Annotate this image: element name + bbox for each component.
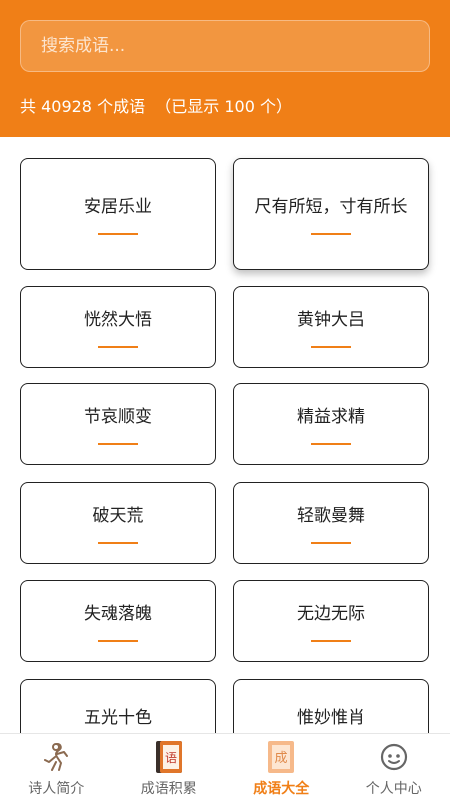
idiom-text: 尺有所短，寸有所长 <box>254 197 408 217</box>
idiom-text: 节哀顺变 <box>84 407 152 427</box>
idiom-underline <box>311 346 351 348</box>
idiom-underline <box>311 233 351 235</box>
idiom-card[interactable]: 轻歌曼舞 <box>233 482 429 564</box>
tab-label: 诗人简介 <box>28 781 85 797</box>
idiom-card[interactable]: 惟妙惟肖 <box>233 679 429 733</box>
idiom-text: 黄钟大吕 <box>297 310 365 330</box>
idiom-text: 恍然大悟 <box>84 310 152 330</box>
idiom-card[interactable]: 黄钟大吕 <box>233 286 429 368</box>
bottom-tab-bar: 诗人简介 语 成语积累 成 成语大全 个人中心 <box>0 733 450 800</box>
idiom-card[interactable]: 尺有所短，寸有所长 <box>233 158 429 270</box>
idiom-underline <box>98 640 138 642</box>
idiom-text: 惟妙惟肖 <box>297 708 365 728</box>
header: 共 40928 个成语 （已显示 100 个） <box>0 0 450 137</box>
book-glyph: 语 <box>165 751 177 765</box>
poet-figure-icon <box>39 740 73 774</box>
search-box[interactable] <box>20 20 430 72</box>
idiom-text: 无边无际 <box>297 604 365 624</box>
idiom-card[interactable]: 五光十色 <box>20 679 216 733</box>
tab-label: 个人中心 <box>365 781 422 797</box>
idiom-card[interactable]: 安居乐业 <box>20 158 216 270</box>
idiom-text: 失魂落魄 <box>84 604 152 624</box>
idiom-underline <box>98 346 138 348</box>
idiom-text: 破天荒 <box>92 506 144 526</box>
idiom-card[interactable]: 无边无际 <box>233 580 429 662</box>
tab-label: 成语积累 <box>140 781 197 797</box>
idiom-text: 精益求精 <box>297 407 365 427</box>
idiom-book-icon: 成 <box>264 740 298 774</box>
idiom-card[interactable]: 破天荒 <box>20 482 216 564</box>
idiom-card[interactable]: 失魂落魄 <box>20 580 216 662</box>
search-input[interactable] <box>21 21 429 71</box>
idiom-count: 共 40928 个成语 （已显示 100 个） <box>20 97 292 116</box>
tab-poet-intro[interactable]: 诗人简介 <box>0 734 113 800</box>
book-glyph: 成 <box>275 751 288 766</box>
idiom-underline <box>98 542 138 544</box>
idiom-text: 安居乐业 <box>84 197 152 217</box>
idiom-text: 轻歌曼舞 <box>297 506 365 526</box>
idiom-card[interactable]: 恍然大悟 <box>20 286 216 368</box>
idiom-card[interactable]: 精益求精 <box>233 383 429 465</box>
tab-idiom-encyclopedia[interactable]: 成 成语大全 <box>225 734 338 800</box>
idiom-underline <box>311 640 351 642</box>
tab-profile[interactable]: 个人中心 <box>338 734 450 800</box>
idiom-card[interactable]: 节哀顺变 <box>20 383 216 465</box>
tab-idiom-accumulate[interactable]: 语 成语积累 <box>113 734 226 800</box>
idiom-text: 五光十色 <box>84 708 152 728</box>
idiom-underline <box>311 443 351 445</box>
book-icon: 语 <box>152 740 186 774</box>
smiley-face-icon <box>377 740 411 774</box>
idiom-grid: 安居乐业 尺有所短，寸有所长 恍然大悟 黄钟大吕 节哀顺变 精益求精 破天荒 轻… <box>0 137 450 733</box>
idiom-underline <box>98 233 138 235</box>
idiom-underline <box>311 542 351 544</box>
idiom-underline <box>98 443 138 445</box>
tab-label: 成语大全 <box>253 781 310 797</box>
